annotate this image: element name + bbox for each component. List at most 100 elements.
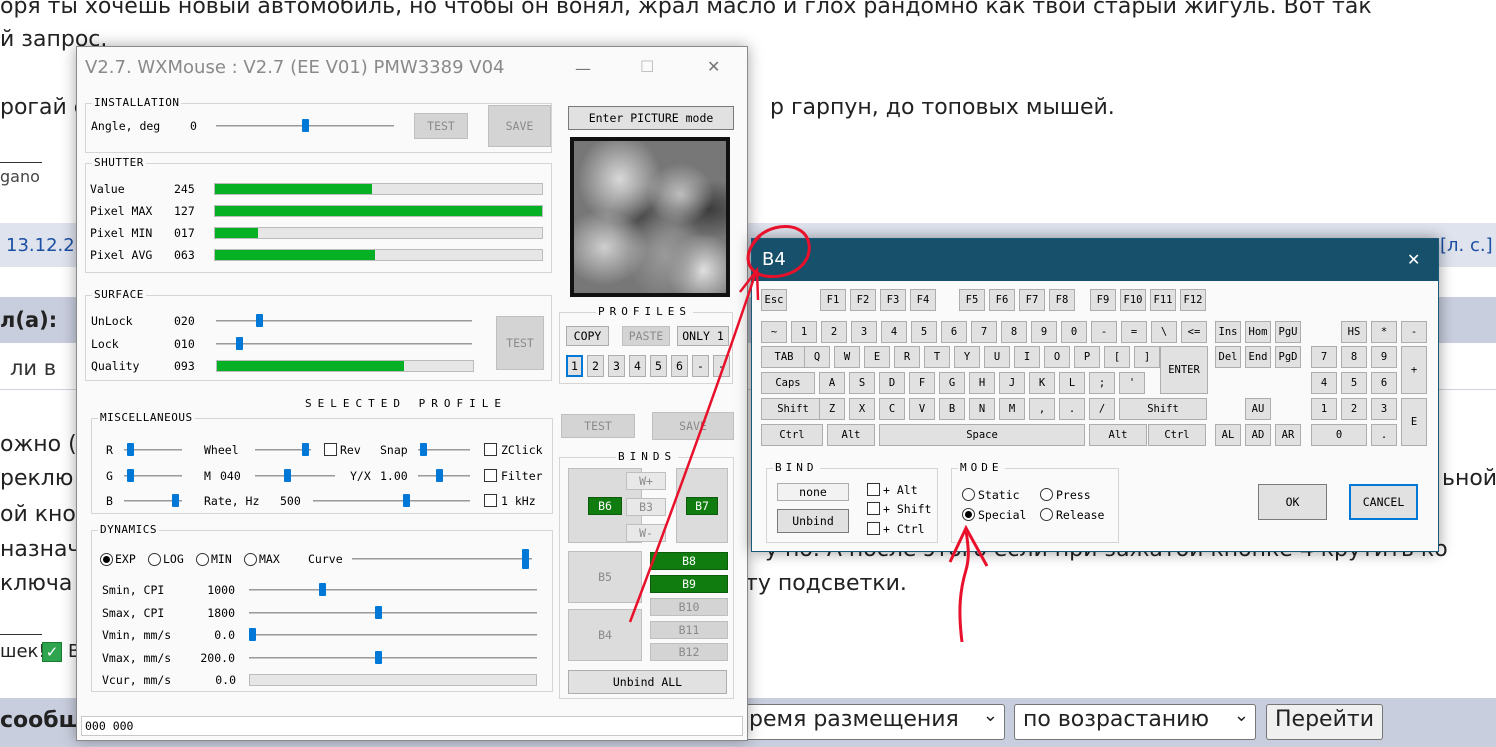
profile-test-button[interactable]: TEST — [561, 414, 635, 438]
keyboard-key[interactable]: Ctrl — [761, 424, 823, 446]
dynamics-row-slider-thumb[interactable] — [375, 650, 383, 664]
keyboard-key[interactable]: G — [939, 372, 965, 394]
keyboard-key[interactable]: AU — [1245, 398, 1271, 420]
keyboard-key[interactable]: Hom — [1245, 321, 1271, 343]
keyboard-key[interactable]: * — [1371, 321, 1397, 343]
keyboard-key[interactable]: Del — [1215, 346, 1241, 368]
close-icon[interactable]: ✕ — [1407, 250, 1420, 269]
keyboard-key[interactable]: Q — [804, 346, 830, 368]
keyboard-key[interactable]: I — [1014, 346, 1040, 368]
shift-modifier-checkbox[interactable] — [867, 502, 880, 515]
keyboard-key[interactable]: + — [1401, 346, 1427, 394]
keyboard-key[interactable]: E — [1401, 398, 1427, 446]
keyboard-key[interactable]: F5 — [959, 289, 985, 311]
yx-slider-track[interactable] — [418, 475, 470, 477]
keyboard-key[interactable]: . — [1059, 398, 1085, 420]
keyboard-key[interactable]: 9 — [1031, 321, 1057, 343]
keyboard-key[interactable]: F11 — [1150, 289, 1176, 311]
keyboard-key[interactable]: HS — [1341, 321, 1367, 343]
bind-b12-button[interactable]: B12 — [650, 643, 728, 661]
keyboard-key[interactable]: F3 — [880, 289, 906, 311]
dynamics-mode-radio[interactable] — [244, 553, 257, 566]
keyboard-key[interactable]: [ — [1104, 346, 1130, 368]
keyboard-key[interactable]: Y — [954, 346, 980, 368]
bind-b3-button[interactable]: B3 — [626, 498, 666, 516]
zclick-checkbox[interactable] — [484, 443, 497, 456]
keyboard-key[interactable]: F1 — [820, 289, 846, 311]
keyboard-key[interactable]: 3 — [1371, 398, 1397, 420]
m-slider-thumb[interactable] — [284, 469, 292, 482]
keyboard-key[interactable]: 2 — [821, 321, 847, 343]
keyboard-key[interactable]: R — [894, 346, 920, 368]
keyboard-key[interactable]: 3 — [851, 321, 877, 343]
dynamics-row-slider-track[interactable] — [249, 656, 537, 659]
keyboard-key[interactable]: U — [984, 346, 1010, 368]
keyboard-key[interactable]: Alt — [827, 424, 875, 446]
keyboard-key[interactable]: 4 — [881, 321, 907, 343]
keyboard-key[interactable]: ] — [1134, 346, 1160, 368]
bind-value-field[interactable]: none — [777, 483, 849, 501]
keyboard-key[interactable]: 6 — [1371, 372, 1397, 394]
keyboard-key[interactable]: - — [1401, 321, 1427, 343]
keyboard-key[interactable]: 8 — [1001, 321, 1027, 343]
dynamics-row-slider-track[interactable] — [249, 634, 537, 636]
profile-slot-button[interactable]: 3 — [608, 355, 625, 377]
keyboard-key[interactable]: , — [1029, 398, 1055, 420]
keyboard-key[interactable]: H — [969, 372, 995, 394]
keyboard-key[interactable]: Ins — [1215, 321, 1241, 343]
close-icon[interactable]: ✕ — [707, 57, 720, 76]
keyboard-key[interactable]: S — [849, 372, 875, 394]
bind-b10-button[interactable]: B10 — [650, 598, 728, 616]
wheel-slider-thumb[interactable] — [301, 443, 309, 456]
keyboard-key[interactable]: Ctrl — [1148, 424, 1206, 446]
keyboard-key[interactable]: O — [1044, 346, 1070, 368]
ctrl-modifier-checkbox[interactable] — [867, 522, 880, 535]
keyboard-key[interactable]: K — [1029, 372, 1055, 394]
static-mode-radio[interactable] — [962, 488, 975, 501]
keyboard-key[interactable]: 1 — [1311, 398, 1337, 420]
keyboard-key[interactable]: V — [909, 398, 935, 420]
keyboard-key[interactable]: \ — [1151, 321, 1177, 343]
snap-slider-thumb[interactable] — [420, 443, 428, 456]
ok-button[interactable]: OK — [1258, 484, 1327, 520]
dynamics-row-slider-track[interactable] — [249, 611, 537, 614]
rev-checkbox[interactable] — [324, 443, 337, 456]
keyboard-key[interactable]: W — [834, 346, 860, 368]
special-mode-radio[interactable] — [962, 508, 975, 521]
bind-wheel-down-button[interactable]: W- — [626, 524, 666, 542]
keyboard-key[interactable]: / — [1089, 398, 1115, 420]
keyboard-key[interactable]: 8 — [1341, 346, 1367, 368]
profile-slot-button[interactable]: - — [692, 355, 709, 377]
rate-slider-thumb[interactable] — [403, 494, 410, 507]
profile-paste-button[interactable]: PASTE — [622, 326, 670, 346]
go-button[interactable]: Перейти — [1266, 704, 1383, 740]
keyboard-key[interactable]: = — [1121, 321, 1147, 343]
sort-field-select[interactable]: ремя размещения ⌄ — [740, 704, 1005, 740]
keyboard-key[interactable]: F4 — [910, 289, 936, 311]
profile-slot-button[interactable]: 4 — [629, 355, 646, 377]
bind-b9-button[interactable]: B9 — [650, 575, 728, 593]
dynamics-mode-radio[interactable] — [148, 553, 161, 566]
release-mode-radio[interactable] — [1040, 508, 1053, 521]
angle-slider-thumb[interactable] — [301, 119, 309, 132]
keyboard-key[interactable]: F2 — [850, 289, 876, 311]
keyboard-key[interactable]: <= — [1181, 321, 1207, 343]
alt-modifier-checkbox[interactable] — [867, 483, 880, 496]
dynamics-row-slider-thumb[interactable] — [375, 605, 383, 619]
keyboard-key[interactable]: Esc — [761, 289, 787, 311]
keyboard-key[interactable]: Shift — [761, 398, 825, 420]
keyboard-key[interactable]: F6 — [989, 289, 1015, 311]
keyboard-key[interactable]: C — [879, 398, 905, 420]
unlock-slider-track[interactable] — [216, 320, 472, 322]
dynamics-row-slider-track[interactable] — [249, 589, 537, 591]
keyboard-key[interactable]: 7 — [971, 321, 997, 343]
green-slider-thumb[interactable] — [126, 469, 134, 482]
dynamics-mode-radio[interactable] — [100, 553, 113, 566]
red-slider-thumb[interactable] — [126, 443, 134, 456]
keyboard-key[interactable]: AL — [1215, 424, 1241, 446]
keyboard-key[interactable]: A — [819, 372, 845, 394]
installation-test-button[interactable]: TEST — [414, 113, 468, 139]
installation-save-button[interactable]: SAVE — [488, 105, 551, 147]
profile-slot-button[interactable]: 1 — [566, 355, 583, 377]
unbind-button[interactable]: Unbind — [777, 509, 849, 533]
